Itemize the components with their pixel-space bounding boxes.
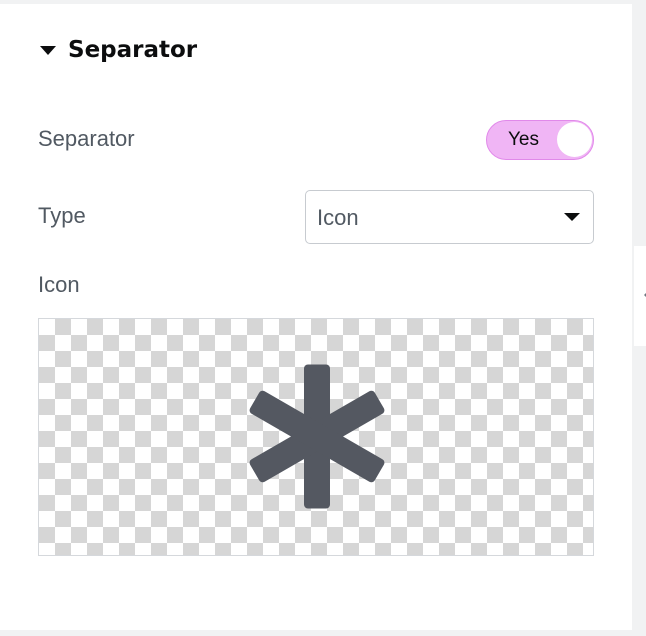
controls-panel: Separator Separator Yes Type Icon Icon [0, 4, 632, 630]
caret-down-icon [40, 45, 56, 55]
toggle-knob [557, 122, 592, 157]
type-select[interactable]: Icon [305, 190, 594, 244]
icon-picker-preview[interactable] [38, 318, 594, 556]
collapse-panel-tab[interactable] [634, 246, 646, 346]
separator-label: Separator [38, 126, 135, 151]
type-label: Type [38, 203, 86, 228]
separator-toggle[interactable]: Yes [486, 120, 594, 160]
icon-label: Icon [38, 272, 80, 297]
chevron-down-icon [564, 213, 580, 221]
toggle-text: Yes [508, 129, 539, 150]
type-select-value: Icon [317, 205, 359, 230]
asterisk-icon [249, 364, 385, 509]
section-title: Separator [68, 37, 198, 63]
section-header-separator[interactable]: Separator [40, 34, 197, 66]
